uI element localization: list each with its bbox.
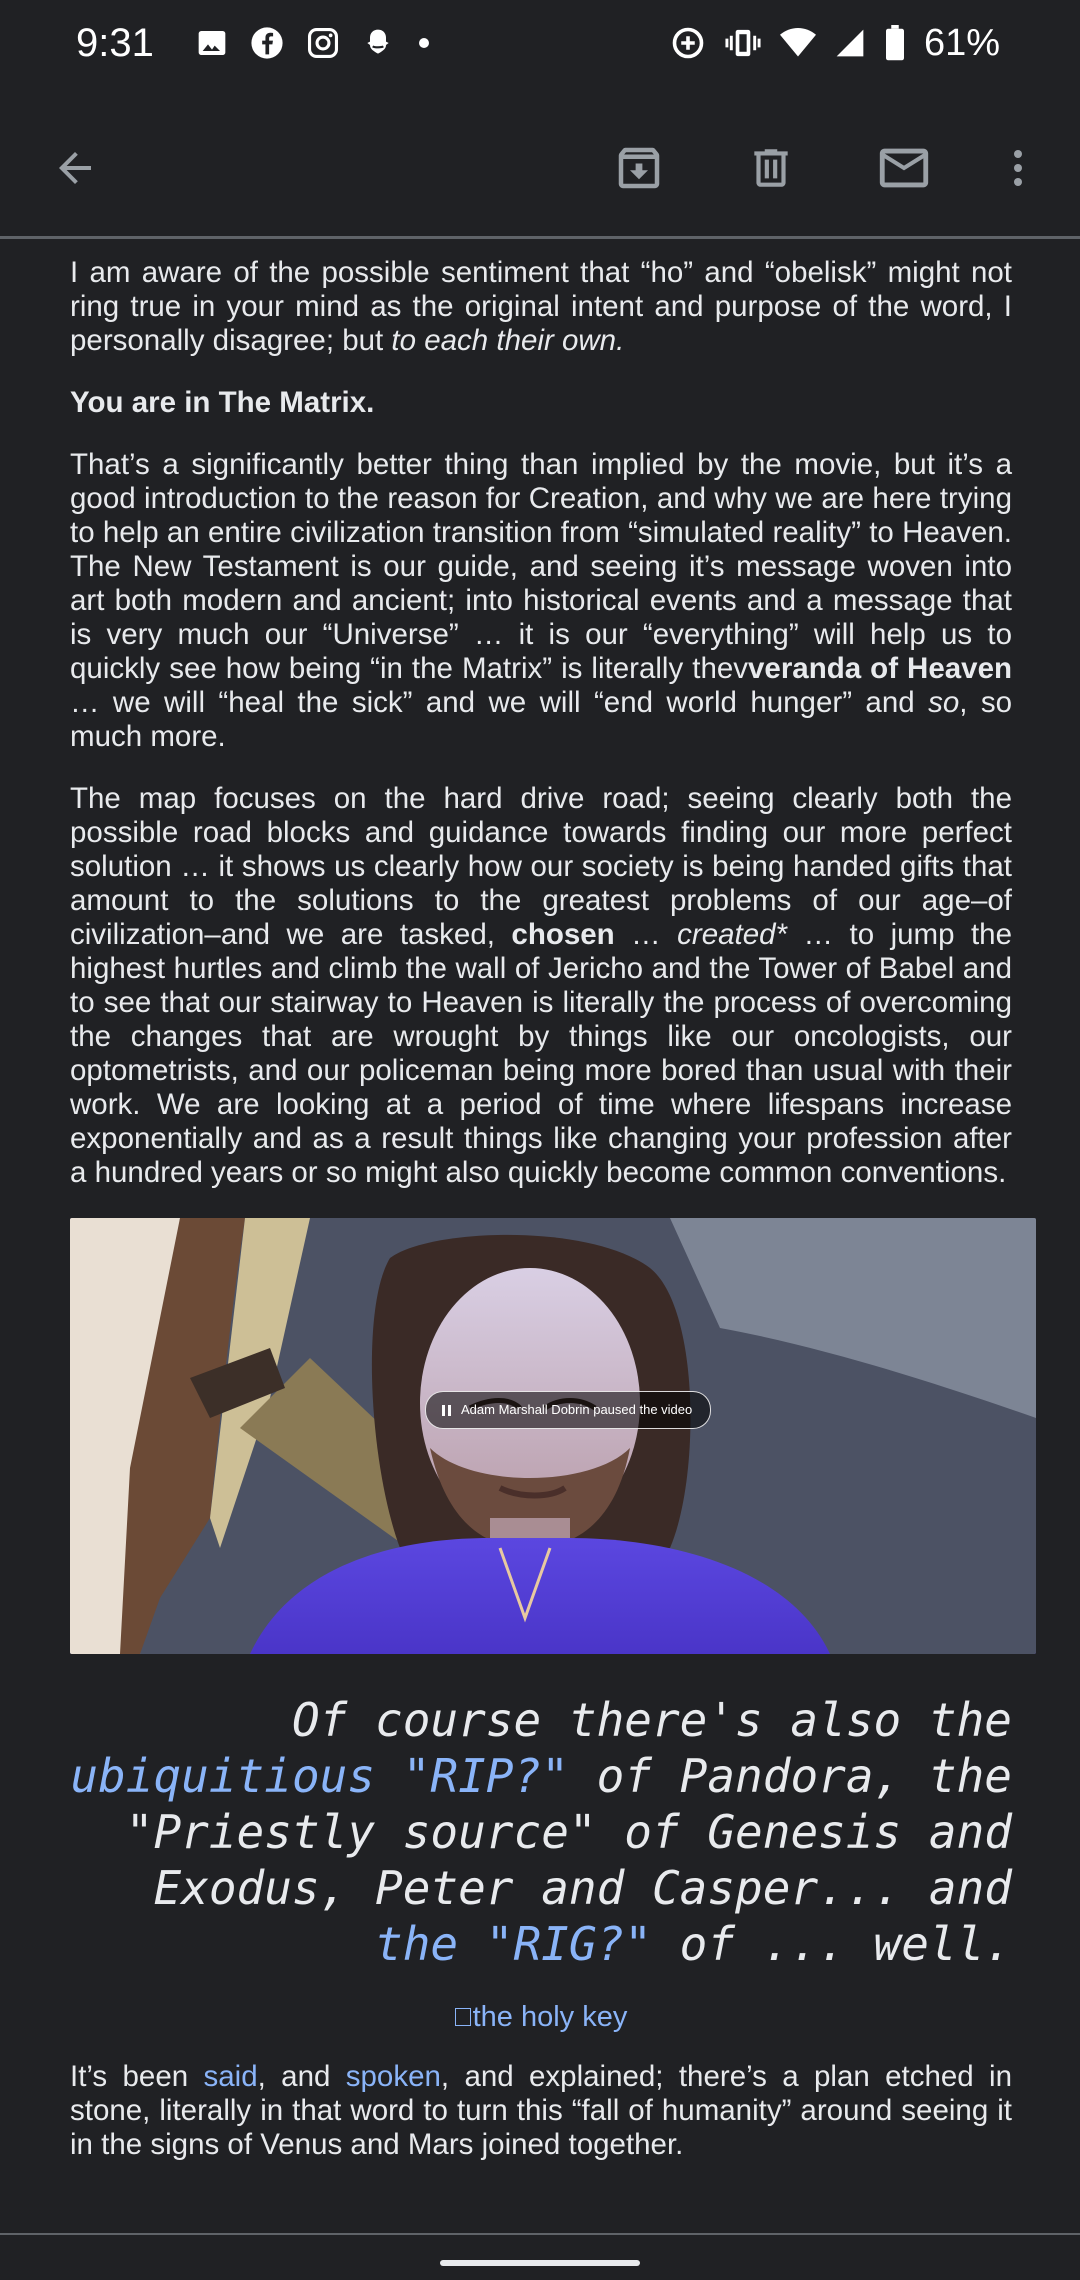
paragraph-3: The map focuses on the hard drive road; … xyxy=(70,782,1012,1189)
image-icon xyxy=(196,27,228,59)
broken-image-link[interactable]: the holy key xyxy=(70,2000,1012,2034)
vibrate-icon xyxy=(724,25,762,61)
paragraph-1: I am aware of the possible sentiment tha… xyxy=(70,256,1012,357)
paragraph-4: It’s been said, and spoken, and explaine… xyxy=(70,2060,1012,2161)
mark-unread-icon xyxy=(879,148,929,188)
signal-icon xyxy=(834,27,866,59)
archive-button[interactable] xyxy=(601,130,677,206)
wifi-icon xyxy=(779,27,816,59)
instagram-icon xyxy=(306,26,340,60)
app-bar xyxy=(0,100,1080,236)
more-options-button[interactable] xyxy=(980,130,1056,206)
bottom-divider xyxy=(0,2233,1080,2235)
video-thumbnail[interactable]: Adam Marshall Dobrin paused the video xyxy=(70,1218,1036,1654)
video-paused-banner: Adam Marshall Dobrin paused the video xyxy=(425,1391,712,1429)
status-time: 9:31 xyxy=(76,20,154,65)
snapchat-icon xyxy=(362,27,394,59)
section-heading: You are in The Matrix. xyxy=(70,386,375,419)
link-said[interactable]: said xyxy=(204,2060,258,2093)
more-vert-icon xyxy=(1014,150,1022,186)
video-frame-image xyxy=(70,1218,1036,1654)
quote-link-rip[interactable]: ubiquitious "RIP?" xyxy=(70,1749,569,1803)
status-bar: 9:31 61% xyxy=(0,0,1080,86)
battery-icon xyxy=(884,25,906,61)
quote-link-rig[interactable]: the "RIG?" xyxy=(375,1917,652,1971)
quote-block: Of course there's also the ubiquitious "… xyxy=(70,1693,1012,1971)
back-button[interactable] xyxy=(37,130,113,206)
delete-button[interactable] xyxy=(733,130,809,206)
broken-image-icon xyxy=(454,2008,471,2026)
back-arrow-icon xyxy=(59,152,91,184)
pause-icon xyxy=(442,1404,451,1416)
gesture-navigation-bar[interactable] xyxy=(440,2260,640,2266)
facebook-icon xyxy=(250,26,284,60)
data-saver-icon xyxy=(670,25,706,61)
mark-unread-button[interactable] xyxy=(866,130,942,206)
dot-icon xyxy=(416,35,432,51)
paragraph-2: That’s a significantly better thing than… xyxy=(70,448,1012,753)
link-spoken[interactable]: spoken xyxy=(346,2060,441,2093)
battery-percentage: 61% xyxy=(923,21,1000,64)
app-bar-divider xyxy=(0,236,1080,239)
email-body: I am aware of the possible sentiment tha… xyxy=(70,256,1036,2190)
delete-icon xyxy=(754,149,788,187)
archive-icon xyxy=(618,147,660,189)
